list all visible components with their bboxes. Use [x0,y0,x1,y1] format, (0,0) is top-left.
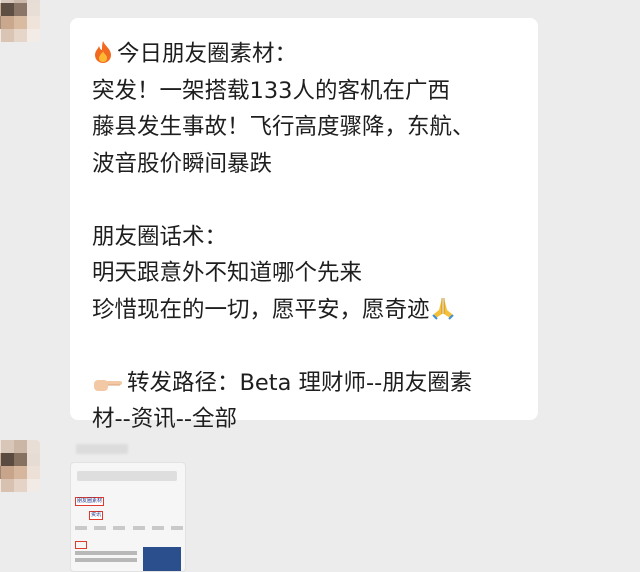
thumbnail-search-bar [77,471,177,481]
message-line-11: 材--资讯--全部 [92,406,237,432]
thumbnail-highlight-label: 朋友圈素材 [75,497,105,506]
message-bubble[interactable]: 今日朋友圈素材： 突发！一架搭载133人的客机在广西 藤县发生事故！飞行高度骤降… [70,18,538,432]
message-text: 珍惜现在的一切，愿平安，愿奇迹 [92,296,430,323]
praying-hands-icon [430,295,456,332]
thumbnail-text-line [75,558,137,562]
message-line-10: 转发路径：Beta 理财师--朋友圈素 [92,365,520,402]
second-sender-avatar[interactable] [0,440,40,492]
thumbnail-tab-row [75,523,183,533]
message-line-2: 突发！一架搭载133人的客机在广西 [92,77,450,104]
message-text: 转发路径：Beta 理财师--朋友圈素 [127,369,473,396]
message-line-6: 朋友圈话术： [92,223,228,250]
message-text: 今日朋友圈素材： [117,41,298,67]
message-line-3: 藤县发生事故！飞行高度骤降，东航、 [92,114,475,140]
screenshot-thumbnail[interactable]: 朋友圈素材 资讯 [70,462,186,572]
pointing-hand-icon [92,368,124,405]
thumbnail-highlight-tab: 资讯 [89,511,104,520]
thumbnail-text-line [75,551,137,555]
message-line-7: 明天跟意外不知道哪个先来 [92,260,363,286]
sender-avatar[interactable] [0,0,40,42]
sender-name-blurred [76,444,128,454]
message-line-8: 珍惜现在的一切，愿平安，愿奇迹 [92,292,520,329]
thumbnail-red-box [75,541,87,549]
fire-icon [92,39,114,76]
thumbnail-image [143,547,181,571]
message-line-4: 波音股价瞬间暴跌 [92,150,273,177]
message-line-1: 今日朋友圈素材： [92,36,520,73]
